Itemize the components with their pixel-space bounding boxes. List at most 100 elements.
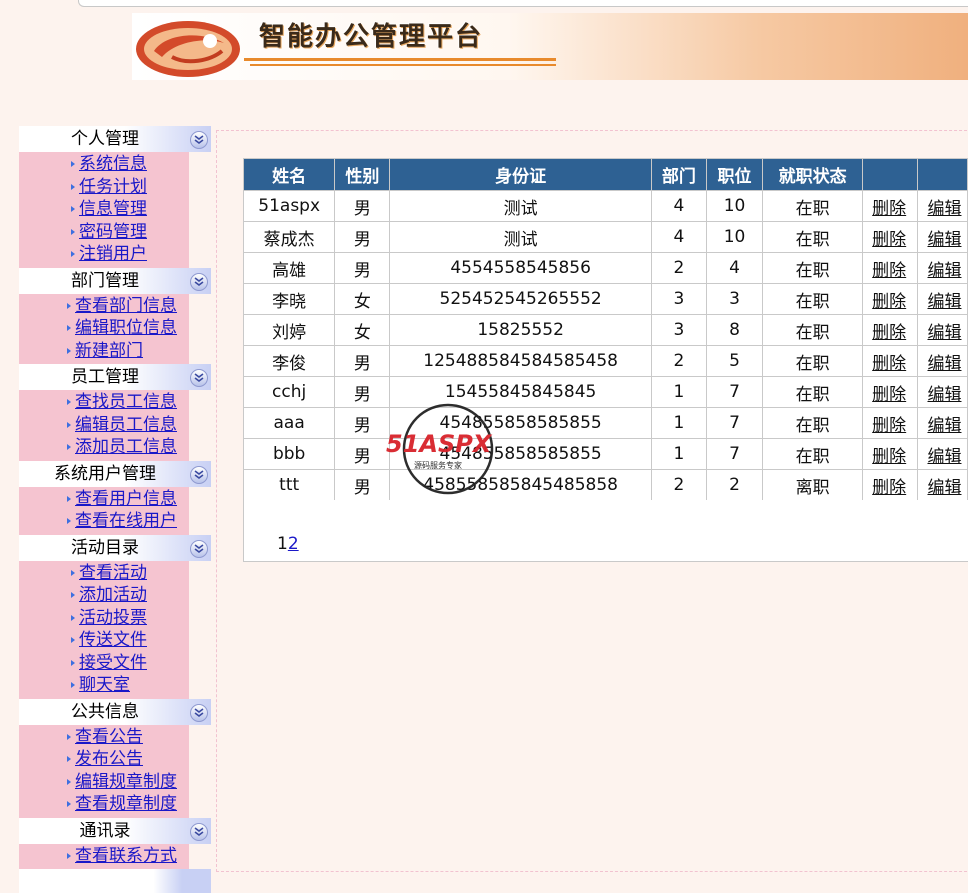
column-header	[917, 158, 968, 191]
sidebar-link[interactable]: 添加活动	[79, 584, 147, 606]
delete-link[interactable]: 删除	[863, 256, 917, 281]
chevron-down-icon[interactable]	[190, 272, 208, 291]
bullet-arrow-icon	[67, 495, 71, 502]
sidebar-link[interactable]: 查看用户信息	[75, 488, 177, 510]
sidebar-section-header[interactable]: 系统用户管理	[19, 460, 211, 487]
bullet-arrow-icon	[71, 592, 75, 598]
sidebar-section-header[interactable]: 部门管理	[19, 267, 211, 294]
edit-link[interactable]: 编辑	[918, 256, 967, 281]
edit-link[interactable]: 编辑	[918, 287, 967, 312]
sidebar-link[interactable]: 查看活动	[79, 562, 147, 584]
delete-link[interactable]: 删除	[863, 473, 917, 498]
bullet-arrow-icon	[71, 251, 75, 257]
chevron-down-icon[interactable]	[190, 465, 208, 484]
delete-link[interactable]: 删除	[863, 287, 917, 312]
action-cell: 编辑	[917, 283, 968, 315]
sidebar-link[interactable]: 查看公告	[75, 726, 143, 748]
edit-link[interactable]: 编辑	[918, 442, 967, 467]
sidebar-link[interactable]: 编辑员工信息	[75, 414, 177, 436]
sidebar-link[interactable]: 信息管理	[79, 198, 147, 220]
sidebar-item: 信息管理	[19, 198, 189, 221]
sidebar-section-header[interactable]: 公共信息	[19, 698, 211, 725]
site-title: 智能办公管理平台	[259, 22, 484, 52]
sidebar-link[interactable]: 查看联系方式	[75, 845, 177, 867]
sidebar-link[interactable]: 查找员工信息	[75, 391, 177, 413]
delete-link[interactable]: 删除	[863, 194, 917, 219]
table-cell: 测试	[389, 221, 652, 253]
delete-link[interactable]: 删除	[863, 380, 917, 405]
table-cell: 2	[705, 469, 764, 501]
sidebar-section-header[interactable]: 活动目录	[19, 534, 211, 561]
header-banner: 智能办公管理平台	[132, 13, 968, 80]
table-cell: 4	[650, 190, 707, 222]
bullet-arrow-icon	[67, 325, 71, 331]
sidebar-menu: 个人管理 系统信息 任务计划 信息管理 密码管理 注销用户 部门管理 查看部门信息 编辑职位信息…	[19, 126, 211, 893]
bullet-arrow-icon	[67, 444, 71, 450]
chevron-down-icon[interactable]	[190, 703, 208, 722]
edit-link[interactable]: 编辑	[918, 380, 967, 405]
bullet-arrow-icon	[67, 733, 71, 740]
chevron-down-icon[interactable]	[190, 822, 208, 841]
table-cell: 4	[705, 252, 764, 284]
sidebar-item: 编辑职位信息	[19, 317, 189, 340]
edit-link[interactable]: 编辑	[918, 411, 967, 436]
edit-link[interactable]: 编辑	[918, 473, 967, 498]
sidebar-link[interactable]: 编辑规章制度	[75, 771, 177, 793]
table-cell: 女	[334, 314, 391, 346]
sidebar-item: 查看用户信息	[19, 488, 189, 511]
sidebar-item: 编辑规章制度	[19, 771, 189, 794]
sidebar-link[interactable]: 密码管理	[79, 221, 147, 243]
sidebar-item: 添加活动	[19, 584, 189, 607]
chevron-down-icon[interactable]	[190, 539, 208, 558]
sidebar-section-title: 系统用户管理	[54, 463, 156, 484]
edit-link[interactable]: 编辑	[918, 349, 967, 374]
sidebar-link[interactable]: 查看部门信息	[75, 295, 177, 317]
delete-link[interactable]: 删除	[863, 411, 917, 436]
sidebar-link[interactable]: 聊天室	[79, 674, 130, 696]
page-link-2[interactable]: 2	[288, 534, 299, 554]
column-header: 姓名	[242, 158, 336, 191]
sidebar-section-header[interactable]: 通讯录	[19, 817, 211, 844]
table-cell: 5	[705, 345, 764, 377]
bullet-arrow-icon	[71, 637, 75, 643]
sidebar-section-header[interactable]: 个人管理	[19, 126, 211, 152]
sidebar-section-header[interactable]: 员工管理	[19, 364, 211, 390]
sidebar-item: 传送文件	[19, 629, 189, 652]
table-row: bbb 男 454855858585855 1 7 在职 删除 编辑	[242, 438, 968, 470]
table-cell: 在职	[762, 376, 864, 408]
edit-link[interactable]: 编辑	[918, 318, 967, 343]
sidebar-link[interactable]: 传送文件	[79, 629, 147, 651]
chevron-down-icon[interactable]	[190, 131, 208, 149]
delete-link[interactable]: 删除	[863, 349, 917, 374]
sidebar-section-items: 查找员工信息 编辑员工信息 添加员工信息	[19, 390, 189, 461]
sidebar-link[interactable]: 注销用户	[79, 243, 147, 265]
table-cell: 3	[650, 314, 707, 346]
sidebar-link[interactable]: 新建部门	[75, 340, 143, 362]
delete-link[interactable]: 删除	[863, 225, 917, 250]
sidebar-item: 活动投票	[19, 607, 189, 630]
sidebar-link[interactable]: 发布公告	[75, 748, 143, 770]
sidebar-link[interactable]: 查看在线用户	[75, 510, 177, 532]
sidebar-link[interactable]: 查看规章制度	[75, 793, 177, 815]
sidebar-section-title: 员工管理	[71, 367, 139, 387]
table-cell: 在职	[762, 314, 864, 346]
table-cell: 1	[650, 438, 707, 470]
action-cell: 删除	[862, 469, 919, 501]
table-row: 高雄男 4554558545856 2 4 在职 删除 编辑	[242, 252, 968, 284]
sidebar-item: 聊天室	[19, 674, 189, 697]
sidebar-item: 查看规章制度	[19, 793, 189, 816]
action-cell: 编辑	[917, 376, 968, 408]
delete-link[interactable]: 删除	[863, 318, 917, 343]
sidebar-link[interactable]: 任务计划	[79, 176, 147, 198]
chevron-down-icon[interactable]	[190, 369, 208, 387]
edit-link[interactable]: 编辑	[918, 194, 967, 219]
edit-link[interactable]: 编辑	[918, 225, 967, 250]
sidebar-link[interactable]: 活动投票	[79, 607, 147, 629]
table-cell: 7	[705, 438, 764, 470]
sidebar-link[interactable]: 添加员工信息	[75, 436, 177, 458]
sidebar-link[interactable]: 接受文件	[79, 652, 147, 674]
sidebar-link[interactable]: 编辑职位信息	[75, 317, 177, 339]
sidebar-link[interactable]: 系统信息	[79, 153, 147, 175]
delete-link[interactable]: 删除	[863, 442, 917, 467]
table-cell: 男	[334, 190, 391, 222]
